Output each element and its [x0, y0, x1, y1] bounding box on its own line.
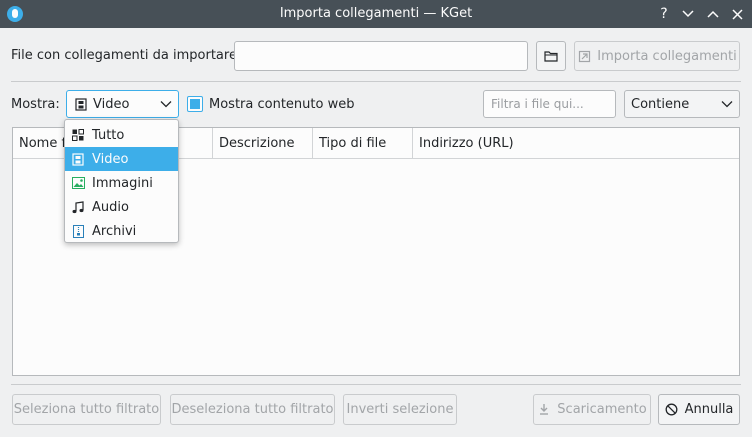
cancel-icon	[665, 403, 679, 417]
show-web-content-label[interactable]: Mostra contenuto web	[209, 97, 354, 112]
browse-button[interactable]	[536, 41, 566, 71]
film-icon	[74, 97, 88, 111]
cancel-button[interactable]: Annulla	[658, 394, 740, 425]
archive-icon	[71, 224, 85, 238]
music-note-icon	[71, 200, 85, 214]
import-links-label: Importa collegamenti	[597, 48, 737, 64]
invert-selection-button[interactable]: Inverti selezione	[343, 394, 457, 425]
select-all-filtered-button[interactable]: Seleziona tutto filtrato	[12, 394, 161, 425]
separator	[11, 81, 741, 82]
filter-type-select[interactable]: Video	[66, 90, 179, 118]
dropdown-item-all[interactable]: Tutto	[65, 123, 178, 147]
filter-type-dropdown: Tutto Video Immagini Audio Archivi	[64, 119, 179, 243]
title-bar: Importa collegamenti — KGet ?	[0, 0, 752, 28]
match-mode-value: Contiene	[631, 96, 690, 112]
import-links-button[interactable]: Importa collegamenti	[574, 41, 740, 71]
chevron-down-icon	[160, 97, 172, 115]
chevron-down-icon	[721, 97, 733, 115]
grid-icon	[71, 128, 85, 142]
filter-type-value: Video	[93, 96, 130, 112]
dropdown-item-images[interactable]: Immagini	[65, 171, 178, 195]
image-icon	[71, 176, 85, 190]
separator	[11, 384, 741, 385]
dropdown-item-audio[interactable]: Audio	[65, 195, 178, 219]
dropdown-item-archives[interactable]: Archivi	[65, 219, 178, 243]
help-button[interactable]: ?	[654, 4, 674, 24]
file-label: File con collegamenti da importare:	[11, 48, 242, 63]
folder-icon	[544, 49, 558, 63]
file-path-input[interactable]	[234, 41, 528, 71]
close-button[interactable]	[727, 4, 747, 24]
column-header-description[interactable]: Descrizione	[213, 128, 313, 158]
column-header-file-type[interactable]: Tipo di file	[313, 128, 413, 158]
column-header-url[interactable]: Indirizzo (URL)	[413, 128, 739, 158]
show-label: Mostra:	[11, 97, 60, 112]
download-icon	[537, 403, 551, 417]
match-mode-select[interactable]: Contiene	[624, 90, 740, 118]
import-icon	[577, 49, 591, 63]
filter-files-input[interactable]	[483, 90, 616, 118]
film-icon	[71, 152, 85, 166]
dropdown-item-video[interactable]: Video	[65, 147, 178, 171]
show-web-content-checkbox[interactable]	[187, 96, 203, 112]
minimize-button[interactable]	[678, 4, 698, 24]
deselect-all-filtered-button[interactable]: Deseleziona tutto filtrato	[170, 394, 335, 425]
maximize-button[interactable]	[703, 4, 723, 24]
download-button[interactable]: Scaricamento	[533, 394, 651, 425]
window-title: Importa collegamenti — KGet	[279, 6, 473, 21]
